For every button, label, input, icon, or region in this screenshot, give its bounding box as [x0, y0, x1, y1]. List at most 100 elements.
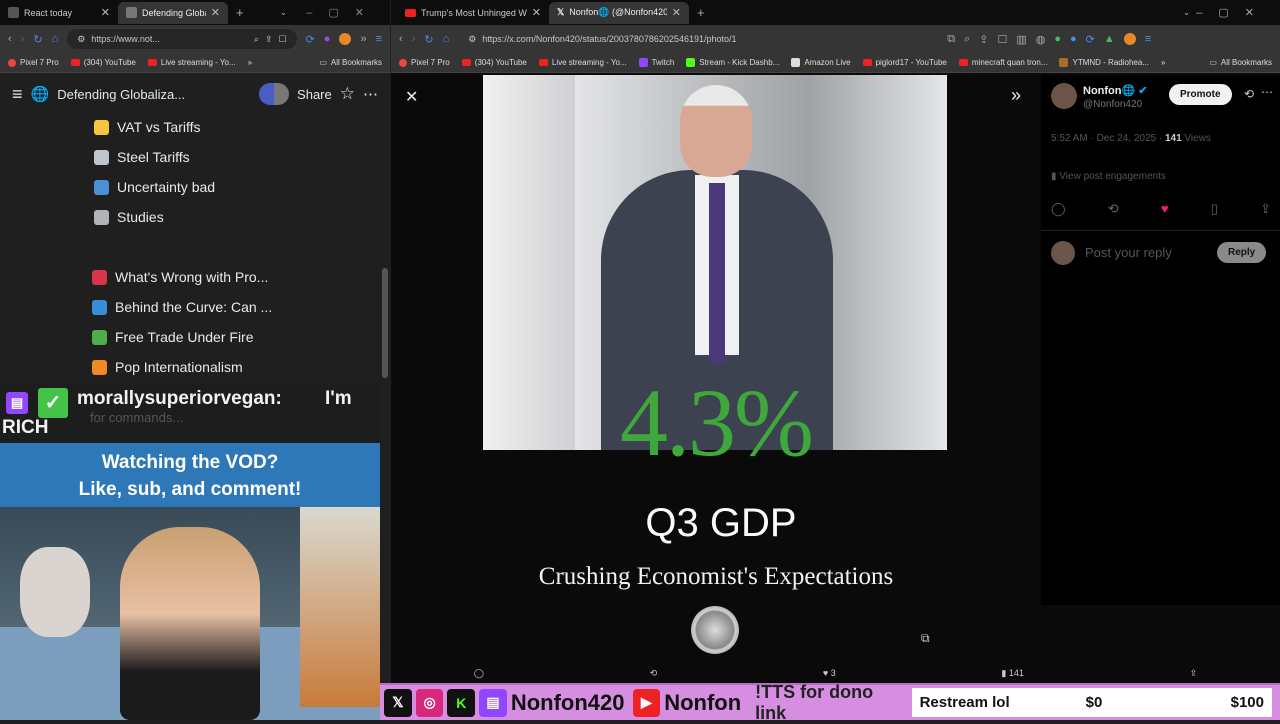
bookmark-item[interactable]: Pixel 7 Pro: [399, 58, 450, 67]
grok-icon[interactable]: ⟲: [1244, 87, 1254, 101]
forward-icon[interactable]: ›: [412, 33, 416, 45]
extension-icon[interactable]: ▥: [1016, 33, 1026, 46]
share-page-icon[interactable]: ⇪: [979, 33, 988, 46]
list-item[interactable]: VAT vs Tariffs: [0, 112, 390, 142]
window-controls[interactable]: –▢✕: [1196, 6, 1270, 19]
address-bar[interactable]: ⚙ https://www.not... ⌕ ⇪ ☐: [67, 29, 297, 49]
bookmark-item[interactable]: Amazon Live: [791, 58, 851, 67]
reload-icon[interactable]: ↻: [424, 33, 433, 46]
more-extensions-icon[interactable]: »: [360, 33, 366, 45]
twitch-icon: [638, 58, 648, 67]
address-bar[interactable]: ⚙ https://x.com/Nonfon420/status/2003780…: [458, 29, 939, 49]
bookmark-star-icon[interactable]: ☐: [279, 34, 287, 45]
bookmark-item[interactable]: Pixel 7 Pro: [8, 58, 59, 67]
tab-youtube-video[interactable]: Trump's Most Unhinged Week ✕: [397, 2, 549, 24]
list-item[interactable]: Steel Tariffs: [0, 142, 390, 172]
bookmark-item[interactable]: piglord17 - YouTube: [862, 58, 947, 67]
profile-avatar-icon[interactable]: [339, 33, 352, 45]
scrollbar[interactable]: [382, 268, 388, 378]
share-page-icon[interactable]: ⇪: [265, 34, 273, 45]
view-engagements-link[interactable]: ▮ View post engagements: [1051, 171, 1166, 182]
new-tab-icon[interactable]: +: [697, 5, 705, 20]
bookmark-item[interactable]: Live streaming - Yo...: [538, 58, 627, 67]
more-options-icon[interactable]: ⋯: [363, 85, 378, 103]
more-options-icon[interactable]: ⋯: [1261, 85, 1273, 99]
extension-icon[interactable]: ●: [1070, 33, 1077, 45]
like-button[interactable]: ♥ 3: [823, 668, 836, 678]
bookmark-item[interactable]: Stream - Kick Dashb...: [686, 58, 779, 67]
more-bookmarks-icon[interactable]: »: [248, 58, 252, 67]
tab-defending-globalization[interactable]: Defending Globaliz ✕: [118, 1, 228, 24]
extension-icon[interactable]: ◍: [1036, 33, 1046, 46]
home-icon[interactable]: ⌂: [52, 33, 59, 45]
repost-icon[interactable]: ⟲: [650, 668, 658, 679]
reply-button[interactable]: Reply: [1217, 242, 1267, 263]
list-item[interactable]: Behind the Curve: Can ...: [0, 292, 390, 322]
share-icon[interactable]: ⇪: [1260, 201, 1271, 217]
avatar[interactable]: [1051, 83, 1077, 109]
window-controls[interactable]: –▢✕: [306, 6, 380, 19]
zoom-icon[interactable]: ⌕: [964, 33, 970, 46]
close-viewer-icon[interactable]: ✕: [405, 87, 418, 107]
more-bookmarks-icon[interactable]: »: [1161, 58, 1165, 67]
new-tab-icon[interactable]: +: [236, 5, 244, 20]
tab-search-icon[interactable]: ⌄: [280, 7, 288, 18]
favorite-star-icon[interactable]: ☆: [340, 84, 355, 104]
reply-icon[interactable]: ◯: [474, 668, 484, 679]
list-item[interactable]: Uncertainty bad: [0, 172, 390, 202]
bookmark-item[interactable]: (304) YouTube: [461, 58, 527, 67]
menu-icon[interactable]: ≡: [376, 33, 382, 45]
home-icon[interactable]: ⌂: [443, 33, 450, 45]
list-item[interactable]: Studies: [0, 202, 390, 232]
install-app-icon[interactable]: ⧉: [947, 33, 955, 46]
extension-icon[interactable]: ▲: [1104, 33, 1115, 45]
share-icon[interactable]: ⇪: [1190, 668, 1198, 679]
bookmark-item[interactable]: Twitch: [638, 58, 674, 67]
image-description-icon[interactable]: ⧉: [921, 631, 930, 646]
share-button[interactable]: Share: [297, 87, 332, 102]
close-tab-icon[interactable]: ✕: [211, 6, 220, 19]
close-tab-icon[interactable]: ✕: [532, 6, 541, 19]
repost-icon[interactable]: ⟲: [1108, 201, 1119, 217]
back-icon[interactable]: ‹: [399, 33, 403, 45]
close-tab-icon[interactable]: ✕: [672, 6, 681, 19]
extension-icon[interactable]: ⟳: [306, 33, 315, 46]
bookmark-item[interactable]: minecraft quan tron...: [958, 58, 1047, 67]
author-handle[interactable]: @Nonfon420: [1083, 99, 1142, 110]
author-display-name[interactable]: Nonfon🌐 ✔: [1083, 84, 1147, 97]
site-info-icon[interactable]: ⚙: [468, 34, 476, 45]
extension-icon[interactable]: ●: [1054, 33, 1061, 45]
zoom-icon[interactable]: ⌕: [254, 34, 259, 45]
all-bookmarks-folder[interactable]: ▭ All Bookmarks: [1209, 58, 1272, 67]
close-tab-icon[interactable]: ✕: [101, 6, 110, 19]
bookmark-item[interactable]: (304) YouTube: [70, 58, 136, 67]
tab-search-icon[interactable]: ⌄: [1183, 7, 1191, 18]
promote-button[interactable]: Promote: [1169, 84, 1232, 105]
like-icon[interactable]: ♥: [1161, 201, 1169, 217]
forward-icon[interactable]: ›: [21, 33, 25, 45]
bookmark-item[interactable]: Live streaming - Yo...: [147, 58, 236, 67]
page-title[interactable]: Defending Globaliza...: [57, 87, 185, 102]
list-item[interactable]: Free Trade Under Fire: [0, 322, 390, 352]
menu-icon[interactable]: ≡: [1145, 33, 1151, 45]
bookmark-item[interactable]: YTMND - Radiohea...: [1059, 58, 1149, 67]
expand-sidebar-icon[interactable]: »: [1011, 85, 1021, 106]
back-icon[interactable]: ‹: [8, 33, 12, 45]
all-bookmarks-folder[interactable]: ▭ All Bookmarks: [319, 58, 382, 67]
reload-icon[interactable]: ↻: [33, 33, 42, 46]
profile-avatar-icon[interactable]: [1123, 33, 1136, 45]
site-info-icon[interactable]: ⚙: [77, 34, 85, 45]
bookmark-icon[interactable]: ▯: [1211, 201, 1218, 217]
reply-icon[interactable]: ◯: [1051, 201, 1066, 217]
bookmark-star-icon[interactable]: ☐: [997, 33, 1007, 46]
list-item[interactable]: Pop Internationalism: [0, 352, 390, 382]
donation-goal-widget: Restream lol $0 $100: [911, 688, 1272, 717]
reply-input[interactable]: Post your reply: [1085, 245, 1172, 260]
list-item[interactable]: What's Wrong with Pro...: [0, 262, 390, 292]
sidebar-toggle-icon[interactable]: ≡: [12, 84, 23, 105]
extension-icon[interactable]: ●: [324, 33, 331, 45]
tab-react-today[interactable]: React today ✕: [0, 2, 118, 24]
extension-icon[interactable]: ⟳: [1086, 33, 1095, 46]
tab-x-post[interactable]: 𝕏 Nonfon🌐 (@Nonfon420) / X ✕: [549, 1, 689, 24]
views-button[interactable]: ▮ 141: [1001, 668, 1023, 679]
